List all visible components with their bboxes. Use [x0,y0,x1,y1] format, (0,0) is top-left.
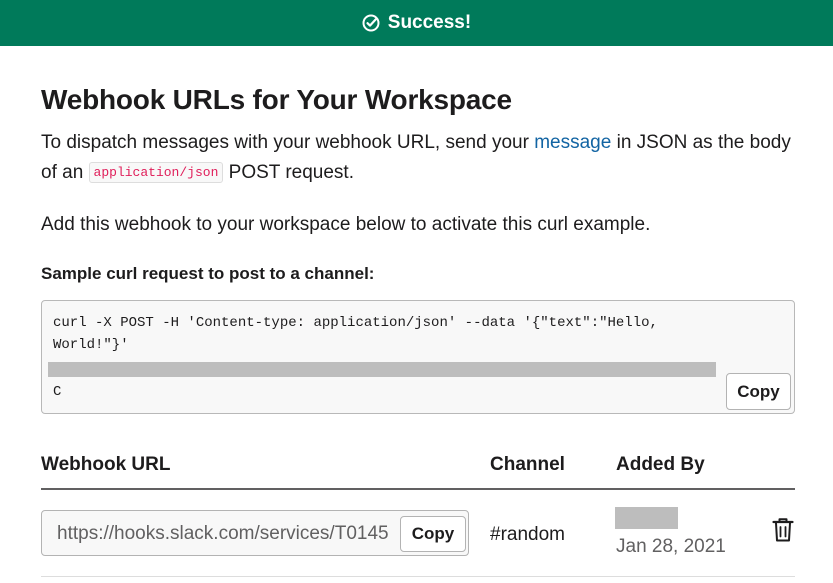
webhook-url-field[interactable]: https://hooks.slack.com/services/T0145 C… [41,510,469,556]
copy-curl-button[interactable]: Copy [726,373,791,410]
code-line-3: C [53,384,62,400]
code-line-1: curl -X POST -H 'Content-type: applicati… [53,315,658,331]
sample-label: Sample curl request to post to a channel… [41,264,375,283]
check-circle-icon [362,14,380,32]
channel-name: #random [490,524,565,545]
banner-text: Success! [387,12,472,33]
table-bottom-divider [41,576,795,577]
redacted-user [615,507,678,529]
code-line-2: World!"}' [53,337,129,353]
intro-text-start: To dispatch messages with your webhook U… [41,132,535,153]
inline-code-content-type: application/json [88,162,224,183]
column-header-webhook-url: Webhook URL [41,454,171,475]
table-header-divider [41,488,795,490]
added-date: Jan 28, 2021 [616,536,726,557]
copy-webhook-url-button[interactable]: Copy [400,516,466,552]
page-title: Webhook URLs for Your Workspace [41,84,512,115]
message-link[interactable]: message [534,132,611,153]
success-banner: Success! [0,0,833,46]
column-header-added-by: Added By [616,454,705,475]
webhook-url-text[interactable]: https://hooks.slack.com/services/T0145 [57,523,389,545]
activate-paragraph: Add this webhook to your workspace below… [41,214,651,235]
curl-code-block: curl -X POST -H 'Content-type: applicati… [41,300,795,414]
column-header-channel: Channel [490,454,565,475]
intro-text-end: POST request. [223,162,354,183]
intro-paragraph: To dispatch messages with your webhook U… [41,128,795,190]
trash-icon[interactable] [771,517,795,543]
redacted-url [48,362,716,377]
